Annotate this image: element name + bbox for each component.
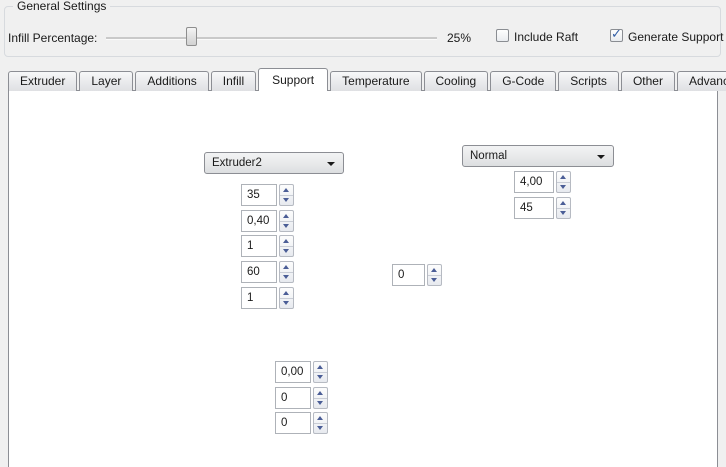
spinner-value[interactable]: 4,00 (514, 171, 554, 193)
tab-infill[interactable]: Infill (211, 71, 256, 91)
spinner-down-icon[interactable] (314, 373, 327, 383)
infill-percentage-value: 25% (447, 31, 471, 45)
spinner-buttons[interactable] (279, 287, 294, 309)
spinner-up-icon[interactable] (557, 198, 570, 209)
spinner-value[interactable]: 45 (514, 197, 554, 219)
support-pillar-resolution-spinner[interactable]: 4,00 (514, 171, 571, 193)
dropdown-value: Extruder2 (212, 157, 262, 169)
print-support-every-spinner[interactable]: 1 (241, 287, 294, 309)
spinner-value[interactable]: 0 (392, 264, 425, 286)
spinner-up-icon[interactable] (280, 288, 293, 299)
spinner-value[interactable]: 1 (241, 287, 277, 309)
spinner-down-icon[interactable] (280, 196, 293, 206)
spinner-up-icon[interactable] (428, 265, 441, 276)
spinner-down-icon[interactable] (280, 299, 293, 309)
spinner-buttons[interactable] (556, 197, 571, 219)
horizontal-offset-spinner[interactable]: 0,00 (275, 361, 328, 383)
infill-slider-thumb[interactable] (186, 27, 197, 46)
spinner-value[interactable]: 0,00 (275, 361, 311, 383)
upper-vertical-separation-spinner[interactable]: 0 (275, 387, 328, 409)
infill-slider-track[interactable] (106, 37, 437, 40)
spinner-up-icon[interactable] (280, 262, 293, 273)
settings-tabbar: Extruder Layer Additions Infill Support … (8, 68, 726, 91)
spinner-up-icon[interactable] (280, 211, 293, 222)
spinner-buttons[interactable] (313, 412, 328, 434)
spinner-up-icon[interactable] (280, 236, 293, 247)
spinner-buttons[interactable] (279, 210, 294, 232)
generate-support-checkbox[interactable]: ✓ (610, 29, 623, 42)
tab-temperature[interactable]: Temperature (330, 71, 421, 91)
tab-advanced[interactable]: Advanced (677, 71, 726, 91)
support-type-dropdown[interactable]: Normal (462, 145, 614, 167)
dense-infill-percentage-spinner[interactable]: 60 (241, 261, 294, 283)
check-icon: ✓ (611, 26, 622, 42)
spinner-value[interactable]: 60 (241, 261, 277, 283)
tab-cooling[interactable]: Cooling (424, 71, 489, 91)
spinner-down-icon[interactable] (557, 209, 570, 219)
tab-gcode[interactable]: G-Code (490, 71, 556, 91)
spinner-up-icon[interactable] (314, 362, 327, 373)
support-extruder-dropdown[interactable]: Extruder2 (204, 152, 344, 174)
lower-vertical-separation-spinner[interactable]: 0 (275, 412, 328, 434)
dense-support-layers-spinner[interactable]: 1 (241, 235, 294, 257)
spinner-down-icon[interactable] (280, 273, 293, 283)
generate-support-label[interactable]: Generate Support (628, 30, 723, 44)
spinner-buttons[interactable] (279, 184, 294, 206)
chevron-down-icon (327, 162, 335, 166)
include-raft-checkbox[interactable]: ✓ (496, 29, 509, 42)
spinner-up-icon[interactable] (280, 185, 293, 196)
spinner-down-icon[interactable] (280, 247, 293, 257)
spinner-buttons[interactable] (279, 261, 294, 283)
include-raft-label[interactable]: Include Raft (514, 30, 578, 44)
spinner-down-icon[interactable] (557, 183, 570, 193)
max-overhang-angle-spinner[interactable]: 45 (514, 197, 571, 219)
extra-inflation-distance-spinner[interactable]: 0,40 (241, 210, 294, 232)
support-infill-percentage-spinner[interactable]: 35 (241, 184, 294, 206)
chevron-down-icon (597, 155, 605, 159)
angle-spinner[interactable]: 0 (392, 264, 442, 286)
spinner-up-icon[interactable] (557, 172, 570, 183)
tab-scripts[interactable]: Scripts (558, 71, 619, 91)
tab-extruder[interactable]: Extruder (8, 71, 77, 91)
spinner-value[interactable]: 0 (275, 387, 311, 409)
tab-layer[interactable]: Layer (79, 71, 133, 91)
spinner-down-icon[interactable] (314, 424, 327, 434)
group-title: General Settings (13, 0, 110, 13)
spinner-buttons[interactable] (279, 235, 294, 257)
spinner-value[interactable]: 35 (241, 184, 277, 206)
infill-percentage-label: Infill Percentage: (8, 31, 97, 45)
spinner-down-icon[interactable] (280, 222, 293, 232)
spinner-down-icon[interactable] (428, 276, 441, 286)
spinner-up-icon[interactable] (314, 413, 327, 424)
spinner-down-icon[interactable] (314, 399, 327, 409)
spinner-buttons[interactable] (313, 387, 328, 409)
tab-support[interactable]: Support (258, 68, 328, 91)
spinner-up-icon[interactable] (314, 388, 327, 399)
spinner-buttons[interactable] (556, 171, 571, 193)
tab-other[interactable]: Other (621, 71, 675, 91)
settings-window: General Settings Infill Percentage: 25% … (0, 0, 726, 467)
spinner-value[interactable]: 0 (275, 412, 311, 434)
dropdown-value: Normal (470, 150, 507, 162)
spinner-value[interactable]: 1 (241, 235, 277, 257)
tab-additions[interactable]: Additions (135, 71, 208, 91)
spinner-buttons[interactable] (427, 264, 442, 286)
spinner-value[interactable]: 0,40 (241, 210, 277, 232)
spinner-buttons[interactable] (313, 361, 328, 383)
